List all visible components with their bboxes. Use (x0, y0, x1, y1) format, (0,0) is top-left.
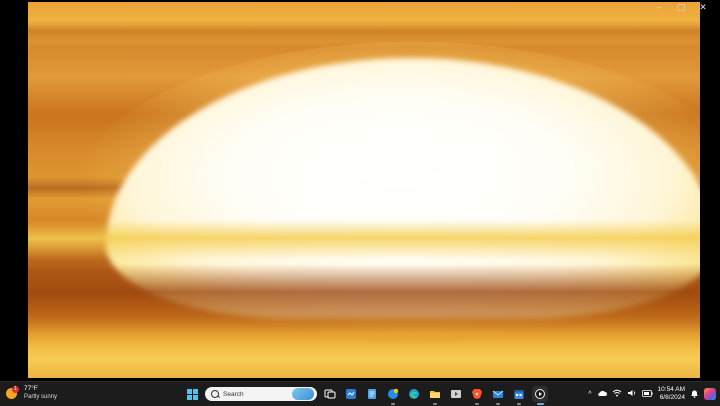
notepad-icon[interactable] (364, 386, 380, 402)
notification-bell-icon[interactable] (690, 389, 699, 400)
media-app-icon[interactable] (448, 386, 464, 402)
windows-logo-icon (186, 388, 198, 400)
close-button[interactable]: ✕ (692, 0, 714, 14)
system-tray: ^ 10:54 AM 6/8/2024 (588, 384, 716, 404)
onedrive-icon[interactable] (597, 390, 607, 399)
search-icon (211, 390, 219, 398)
dark-cloud-band (28, 264, 700, 334)
taskbar: 1 77°F Partly sunny Search ^ 10:54 AM 6/… (0, 381, 720, 406)
media-player-icon[interactable] (532, 386, 548, 405)
clock[interactable]: 10:54 AM 6/8/2024 (658, 386, 685, 402)
search-placeholder: Search (223, 390, 244, 398)
media-player-window: – ▢ ✕ (0, 0, 720, 381)
video-frame[interactable] (28, 2, 700, 378)
clock-date: 6/8/2024 (659, 394, 685, 401)
maximize-button[interactable]: ▢ (670, 0, 692, 14)
window-controls: – ▢ ✕ (648, 0, 714, 14)
cloud-band (28, 20, 700, 42)
minimize-button[interactable]: – (648, 0, 670, 14)
weather-condition: Partly sunny (24, 394, 58, 400)
weather-temperature: 77°F (24, 385, 38, 392)
start-button[interactable] (184, 386, 200, 402)
bottom-glow (28, 338, 700, 378)
copilot-icon[interactable] (704, 388, 716, 400)
taskbar-apps: Search (184, 384, 548, 405)
wifi-icon[interactable] (612, 389, 622, 399)
task-view-icon[interactable] (322, 386, 338, 402)
battery-icon[interactable] (641, 389, 653, 399)
search-input[interactable]: Search (205, 387, 317, 401)
brave-icon[interactable] (469, 386, 485, 405)
horizon-haze (28, 220, 700, 260)
phone-link-icon[interactable] (385, 386, 401, 405)
search-highlight-icon (292, 388, 314, 400)
widgets-icon[interactable] (343, 386, 359, 402)
file-explorer-icon[interactable] (427, 386, 443, 405)
show-hidden-icons-button[interactable]: ^ (588, 391, 591, 398)
edge-icon[interactable] (406, 386, 422, 402)
volume-icon[interactable] (627, 389, 637, 399)
notification-badge: 1 (12, 386, 19, 393)
mail-icon[interactable] (490, 386, 506, 405)
clock-time: 10:54 AM (657, 386, 685, 393)
weather-icon: 1 (6, 386, 20, 400)
calendar-icon[interactable] (511, 386, 527, 405)
weather-widget[interactable]: 1 77°F Partly sunny (6, 385, 57, 401)
